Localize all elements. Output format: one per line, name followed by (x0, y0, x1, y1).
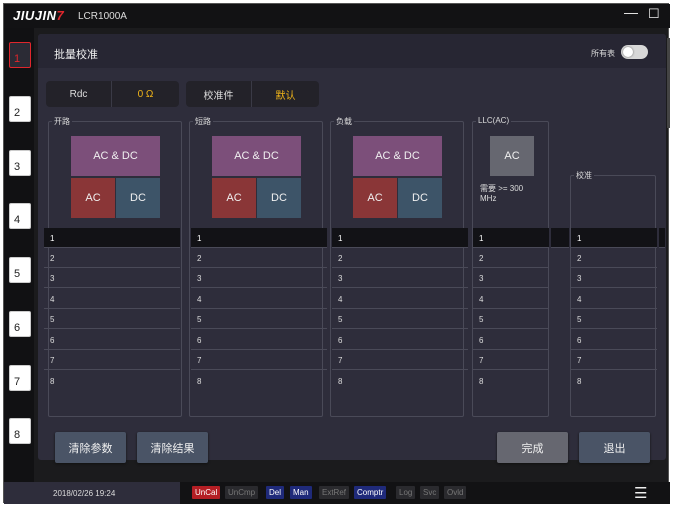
scrollbar[interactable] (667, 38, 670, 128)
table-row[interactable]: 4 4 4 4 4 (42, 289, 662, 309)
all-tables-label: 所有表 (591, 49, 615, 58)
open-group-label: 开路 (52, 116, 72, 127)
short-group-label: 短路 (193, 116, 213, 127)
page-title: 批量校准 (54, 49, 98, 61)
extref-indicator: ExtRef (319, 486, 350, 499)
ovld-indicator: Ovld (444, 486, 467, 499)
comptr-indicator: Comptr (354, 486, 387, 499)
exit-button[interactable]: 退出 (579, 432, 650, 463)
app-window: JIUJIN7 LCR1000A — ☐ 1 2 3 4 5 6 7 8 批量校… (3, 3, 670, 504)
load-acdc-button[interactable]: AC & DC (353, 136, 442, 176)
all-tables-toggle[interactable] (621, 45, 648, 59)
table-row[interactable]: 6 6 6 6 6 (42, 330, 662, 350)
table-row[interactable]: 7 7 7 7 7 (42, 350, 662, 370)
load-group-label: 负载 (334, 116, 354, 127)
table-row[interactable]: 1 1 1 1 1 (42, 228, 665, 248)
status-bar: 2018/02/26 19:24 UnCal UnCmp Del Man Ext… (4, 482, 670, 504)
short-acdc-button[interactable]: AC & DC (212, 136, 301, 176)
llc-requirement-note: 需要 >= 300 MHz (480, 184, 524, 203)
datetime: 2018/02/26 19:24 (53, 489, 116, 498)
table-row[interactable]: 8 8 8 8 8 (42, 371, 662, 391)
table-row[interactable]: 5 5 5 5 5 (42, 309, 662, 329)
tab-2[interactable]: 2 (9, 96, 31, 122)
rdc-setting[interactable]: Rdc 0 Ω (46, 81, 179, 107)
uncal-indicator: UnCal (192, 486, 221, 499)
menu-icon[interactable]: ☰ (634, 484, 647, 502)
short-ac-button[interactable]: AC (212, 178, 256, 218)
clear-results-button[interactable]: 清除结果 (137, 432, 208, 463)
log-indicator: Log (396, 486, 416, 499)
minimize-button[interactable]: — (624, 4, 638, 20)
sidebar: 1 2 3 4 5 6 7 8 (4, 28, 34, 483)
short-dc-button[interactable]: DC (257, 178, 301, 218)
standard-value: 默认 (275, 90, 296, 102)
tab-4[interactable]: 4 (9, 203, 31, 229)
maximize-button[interactable]: ☐ (648, 6, 660, 22)
toggle-knob (623, 47, 633, 57)
rdc-value: 0 Ω (137, 88, 154, 100)
open-ac-button[interactable]: AC (71, 178, 115, 218)
open-dc-button[interactable]: DC (116, 178, 160, 218)
open-acdc-button[interactable]: AC & DC (71, 136, 160, 176)
tab-8[interactable]: 8 (9, 418, 31, 444)
brand-logo: JIUJIN7 (13, 8, 65, 23)
man-indicator: Man (290, 486, 312, 499)
table-row[interactable]: 3 3 3 3 3 (42, 268, 662, 288)
load-dc-button[interactable]: DC (398, 178, 442, 218)
tab-5[interactable]: 5 (9, 257, 31, 283)
llc-ac-button[interactable]: AC (490, 136, 534, 176)
svc-indicator: Svc (420, 486, 440, 499)
model-name: LCR1000A (78, 11, 127, 22)
rdc-label: Rdc (46, 81, 112, 107)
panel-header: 批量校准 所有表 (38, 34, 666, 68)
tab-3[interactable]: 3 (9, 150, 31, 176)
done-button[interactable]: 完成 (497, 432, 568, 463)
load-ac-button[interactable]: AC (353, 178, 397, 218)
llc-group-label: LLC(AC) (476, 116, 512, 125)
clear-params-button[interactable]: 清除参数 (55, 432, 126, 463)
batch-calibration-panel: 批量校准 所有表 Rdc 0 Ω 校准件 默认 开路 短路 负载 LLC(AC)… (38, 34, 666, 463)
standard-setting[interactable]: 校准件 默认 (186, 81, 319, 107)
del-indicator: Del (266, 486, 285, 499)
table-row[interactable]: 2 2 2 2 2 (42, 248, 662, 268)
uncmp-indicator: UnCmp (225, 486, 259, 499)
tab-6[interactable]: 6 (9, 311, 31, 337)
standard-label: 校准件 (186, 81, 252, 107)
tab-7[interactable]: 7 (9, 365, 31, 391)
tab-1[interactable]: 1 (9, 42, 31, 68)
cal-group-label: 校准 (574, 170, 594, 181)
title-bar: JIUJIN7 LCR1000A — ☐ (4, 4, 670, 28)
